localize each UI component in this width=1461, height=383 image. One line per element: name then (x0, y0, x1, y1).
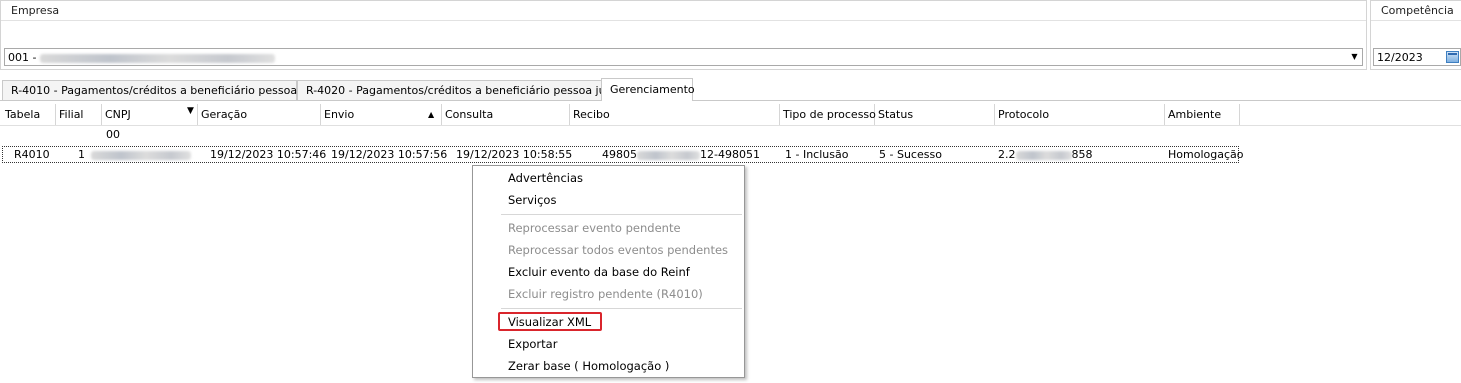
protocolo-start: 2.2 (998, 148, 1016, 161)
column-header-cnpj[interactable]: CNPJ ▼ (102, 104, 198, 125)
cell-envio: 19/12/2023 10:57:56 (331, 148, 448, 161)
competencia-date-field[interactable]: 12/2023 (1373, 48, 1461, 66)
column-header-cnpj-label: CNPJ (105, 108, 131, 121)
column-header-recibo[interactable]: Recibo (570, 104, 780, 125)
empresa-label: Empresa (1, 1, 1366, 21)
recibo-redacted (637, 150, 700, 160)
empresa-select-value: 001 - (8, 49, 275, 66)
menu-item-excluir-registro[interactable]: Excluir registro pendente (R4010) (508, 283, 703, 305)
column-header-geracao[interactable]: Geração (198, 104, 321, 125)
column-header-protocolo[interactable]: Protocolo (995, 104, 1165, 125)
cell-cnpj (91, 148, 191, 162)
competencia-group: Competência 12/2023 (1370, 0, 1461, 70)
column-header-consulta[interactable]: Consulta (442, 104, 570, 125)
competencia-label: Competência (1371, 1, 1461, 21)
column-header-ambiente[interactable]: Ambiente (1165, 104, 1240, 125)
cnpj-redacted (91, 150, 191, 160)
protocolo-end: 858 (1071, 148, 1093, 161)
menu-separator (501, 308, 742, 309)
menu-item-excluir-evento[interactable]: Excluir evento da base do Reinf (508, 261, 690, 283)
column-header-status[interactable]: Status (875, 104, 995, 125)
menu-item-servicos[interactable]: Serviços (508, 189, 556, 211)
cnpj-filter-value[interactable]: 00 (106, 127, 120, 143)
column-header-envio[interactable]: Envio ▲ (321, 104, 442, 125)
tab-gerenciamento[interactable]: Gerenciamento (601, 78, 695, 101)
competencia-value: 12/2023 (1377, 51, 1423, 64)
calendar-icon[interactable] (1446, 51, 1459, 63)
menu-item-reprocessar-evento[interactable]: Reprocessar evento pendente (508, 217, 681, 239)
column-header-tipo-processo[interactable]: Tipo de processo (780, 104, 876, 125)
menu-item-advertencias[interactable]: Advertências (508, 167, 583, 189)
menu-gutter (473, 166, 499, 377)
empresa-group: Empresa 001 - ▼ (0, 0, 1367, 70)
filter-icon[interactable]: ▼ (187, 101, 194, 122)
protocolo-redacted (1015, 150, 1072, 160)
cell-protocolo: 2.2 858 (998, 148, 1093, 162)
empresa-code: 001 - (8, 51, 40, 64)
column-header-filial[interactable]: Filial (56, 104, 102, 125)
context-menu: Advertências Serviços Reprocessar evento… (472, 165, 745, 378)
empresa-select[interactable]: 001 - ▼ (4, 48, 1363, 66)
empresa-name-redacted (39, 53, 275, 63)
cell-consulta: 19/12/2023 10:58:55 (456, 148, 573, 161)
menu-item-reprocessar-todos[interactable]: Reprocessar todos eventos pendentes (508, 239, 728, 261)
tab-r4010[interactable]: R-4010 - Pagamentos/créditos a beneficiá… (2, 80, 329, 100)
sort-ascending-icon[interactable]: ▲ (428, 104, 434, 125)
chevron-down-icon[interactable]: ▼ (1348, 50, 1361, 64)
recibo-start: 49805 (602, 148, 637, 161)
cell-geracao: 19/12/2023 10:57:46 (210, 148, 327, 161)
column-header-envio-label: Envio (324, 108, 355, 121)
recibo-end: 12-498051 (700, 148, 760, 161)
cell-tipo-processo: 1 - Inclusão (785, 148, 849, 161)
column-header-tabela[interactable]: Tabela (2, 104, 56, 125)
menu-item-zerar-base[interactable]: Zerar base ( Homologação ) (508, 355, 669, 377)
highlight-annotation (498, 312, 602, 331)
tab-r4020[interactable]: R-4020 - Pagamentos/créditos a beneficiá… (297, 80, 636, 100)
cell-tabela: R4010 (14, 148, 50, 161)
cell-filial: 1 (78, 148, 85, 161)
cell-ambiente: Homologação (1168, 148, 1244, 161)
menu-separator (501, 214, 742, 215)
cell-recibo: 49805 12-498051 (602, 148, 760, 162)
menu-item-exportar[interactable]: Exportar (508, 333, 557, 355)
header-divider (0, 125, 1461, 126)
cell-status: 5 - Sucesso (879, 148, 942, 161)
